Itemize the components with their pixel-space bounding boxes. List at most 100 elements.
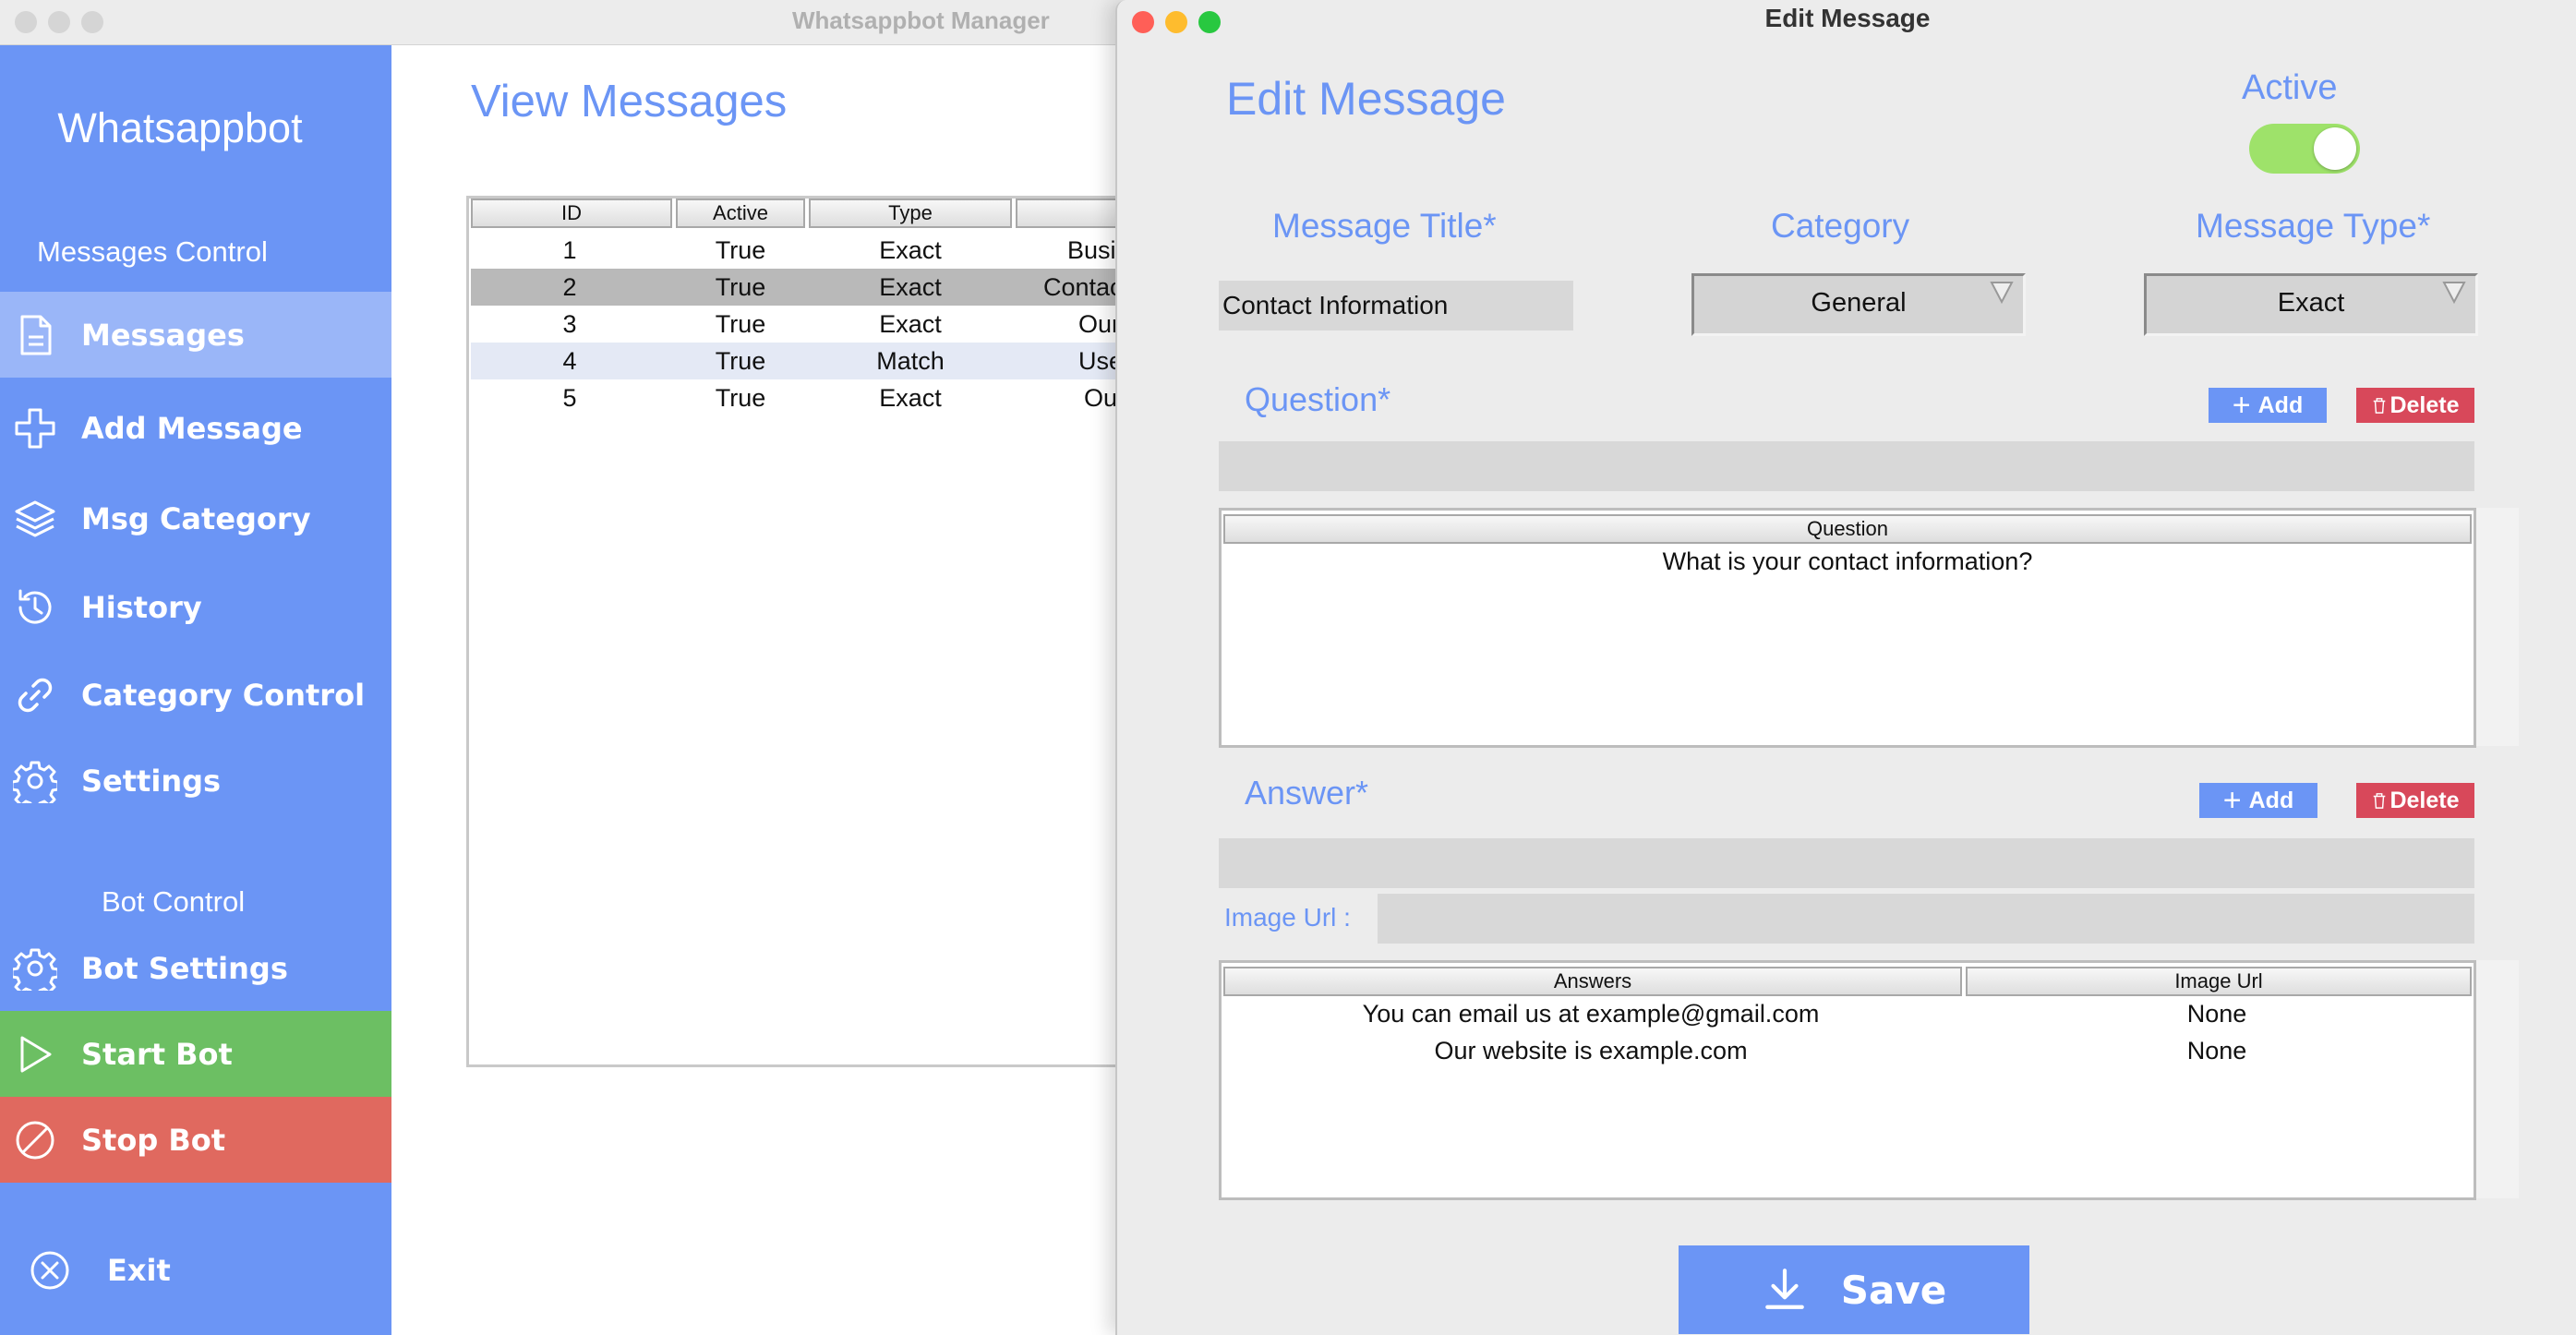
cell-type: Exact xyxy=(879,273,942,301)
edit-message-window: Edit Message Edit Message Active Message… xyxy=(1115,0,2576,1335)
sidebar-item-label: Add Message xyxy=(81,410,303,446)
sidebar-item-label: Bot Settings xyxy=(81,950,288,986)
page-title: View Messages xyxy=(471,77,788,126)
list-item[interactable]: What is your contact information? xyxy=(1222,547,2474,576)
question-list[interactable]: Question What is your contact informatio… xyxy=(1219,508,2476,748)
exit-label: Exit xyxy=(107,1252,171,1288)
history-icon xyxy=(18,589,52,623)
active-toggle[interactable] xyxy=(2249,124,2360,174)
cell-id: 5 xyxy=(562,384,577,412)
plus-icon xyxy=(15,408,55,448)
cell-id: 4 xyxy=(562,347,577,375)
cell-id: 3 xyxy=(562,310,577,338)
close-circle-icon xyxy=(30,1251,69,1289)
answers-column-header[interactable]: Answers xyxy=(1223,967,1962,996)
edit-heading: Edit Message xyxy=(1226,73,1506,125)
sidebar-item-settings[interactable]: Settings xyxy=(0,738,391,824)
start-bot-button[interactable]: Start Bot xyxy=(0,1011,391,1097)
sidebar-item-label: History xyxy=(81,589,202,625)
cell-type: Match xyxy=(876,347,945,375)
sidebar-item-add-message[interactable]: Add Message xyxy=(0,385,391,471)
close-window-button[interactable] xyxy=(15,11,37,33)
answers-table[interactable]: Answers Image Url You can email us at ex… xyxy=(1219,960,2476,1200)
sidebar-item-label: Stop Bot xyxy=(81,1122,226,1158)
column-header-id[interactable]: ID xyxy=(471,198,672,228)
main-window-title: Whatsappbot Manager xyxy=(792,6,1050,34)
main-window: Whatsappbot Manager Whatsappbot Messages… xyxy=(0,0,1394,1335)
play-icon xyxy=(20,1036,52,1072)
add-question-label: Add xyxy=(2257,391,2304,418)
sidebar-item-label: Start Bot xyxy=(81,1036,233,1072)
messages-control-heading: Messages Control xyxy=(37,235,268,268)
brand-title: Whatsappbot xyxy=(57,104,303,151)
answer-label: Answer* xyxy=(1245,774,1369,812)
plus-icon: + xyxy=(2222,782,2242,818)
cell-active: True xyxy=(715,236,766,264)
document-icon xyxy=(20,315,52,355)
message-title-input[interactable]: Contact Information xyxy=(1219,281,1573,331)
message-type-label: Message Type* xyxy=(2196,207,2431,245)
category-select[interactable]: General xyxy=(1691,273,2026,336)
column-header-type[interactable]: Type xyxy=(809,198,1012,228)
gear-icon xyxy=(13,761,57,803)
messages-table[interactable]: ID Active Type 1 True Exact Busir 2 True… xyxy=(466,196,1394,1067)
chevron-down-icon xyxy=(2442,282,2466,304)
sidebar-item-messages[interactable]: Messages xyxy=(0,292,391,378)
cell-type: Exact xyxy=(879,384,942,412)
category-label: Category xyxy=(1771,207,1910,245)
edit-window-title: Edit Message xyxy=(1764,4,1931,32)
cell-type: Exact xyxy=(879,310,942,338)
delete-answer-label: Delete xyxy=(2389,787,2460,813)
category-value: General xyxy=(1811,288,1907,318)
question-input[interactable] xyxy=(1219,441,2474,491)
zoom-window-button[interactable] xyxy=(81,11,103,33)
link-icon xyxy=(18,678,53,712)
add-question-button[interactable]: + Add xyxy=(2209,388,2327,423)
cell-answer: Our website is example.com xyxy=(1434,1037,1748,1064)
download-icon xyxy=(1764,1269,1804,1309)
layers-icon xyxy=(15,500,55,536)
sidebar-item-category-control[interactable]: Category Control xyxy=(0,652,391,738)
chevron-down-icon xyxy=(1990,282,2014,304)
cell-active: True xyxy=(715,310,766,338)
stop-bot-button[interactable]: Stop Bot xyxy=(0,1097,391,1183)
save-button[interactable]: Save xyxy=(1679,1245,2029,1334)
cell-active: True xyxy=(715,384,766,412)
message-title-label: Message Title* xyxy=(1272,207,1497,245)
question-label: Question* xyxy=(1245,380,1391,418)
trash-icon xyxy=(2374,398,2386,414)
image-url-column-header[interactable]: Image Url xyxy=(1966,967,2472,996)
sidebar-item-label: Messages xyxy=(81,317,245,353)
question-list-scrollbar[interactable] xyxy=(2476,508,2519,746)
plus-icon: + xyxy=(2232,387,2251,423)
message-type-select[interactable]: Exact xyxy=(2144,273,2478,336)
exit-button[interactable]: Exit xyxy=(0,1227,391,1313)
main-titlebar: Whatsappbot Manager xyxy=(0,0,1136,45)
cell-image-url: None xyxy=(2186,1000,2247,1028)
sidebar-item-history[interactable]: History xyxy=(0,564,391,650)
answer-input[interactable] xyxy=(1219,838,2474,888)
column-header-active[interactable]: Active xyxy=(676,198,805,228)
sidebar-item-label: Msg Category xyxy=(81,500,311,536)
delete-question-label: Delete xyxy=(2389,391,2460,418)
stop-icon xyxy=(16,1121,54,1159)
trash-icon xyxy=(2374,793,2386,809)
cell-active: True xyxy=(715,273,766,301)
answers-table-scrollbar[interactable] xyxy=(2476,960,2519,1198)
edit-titlebar: Edit Message xyxy=(1117,0,2576,44)
sidebar-item-label: Settings xyxy=(81,763,222,799)
save-label: Save xyxy=(1840,1267,1947,1313)
active-label: Active xyxy=(2242,68,2338,107)
bot-control-heading: Bot Control xyxy=(102,885,246,918)
question-column-header[interactable]: Question xyxy=(1223,514,2472,544)
minimize-window-button[interactable] xyxy=(48,11,70,33)
add-answer-label: Add xyxy=(2248,787,2294,813)
cell-active: True xyxy=(715,347,766,375)
sidebar-item-bot-settings[interactable]: Bot Settings xyxy=(0,925,391,1011)
image-url-input[interactable] xyxy=(1378,894,2474,944)
sidebar: Whatsappbot Messages Control Messages Ad… xyxy=(0,45,391,1335)
delete-answer-button[interactable]: Delete xyxy=(2356,783,2474,818)
delete-question-button[interactable]: Delete xyxy=(2356,388,2474,423)
add-answer-button[interactable]: + Add xyxy=(2199,783,2317,818)
sidebar-item-msg-category[interactable]: Msg Category xyxy=(0,475,391,561)
